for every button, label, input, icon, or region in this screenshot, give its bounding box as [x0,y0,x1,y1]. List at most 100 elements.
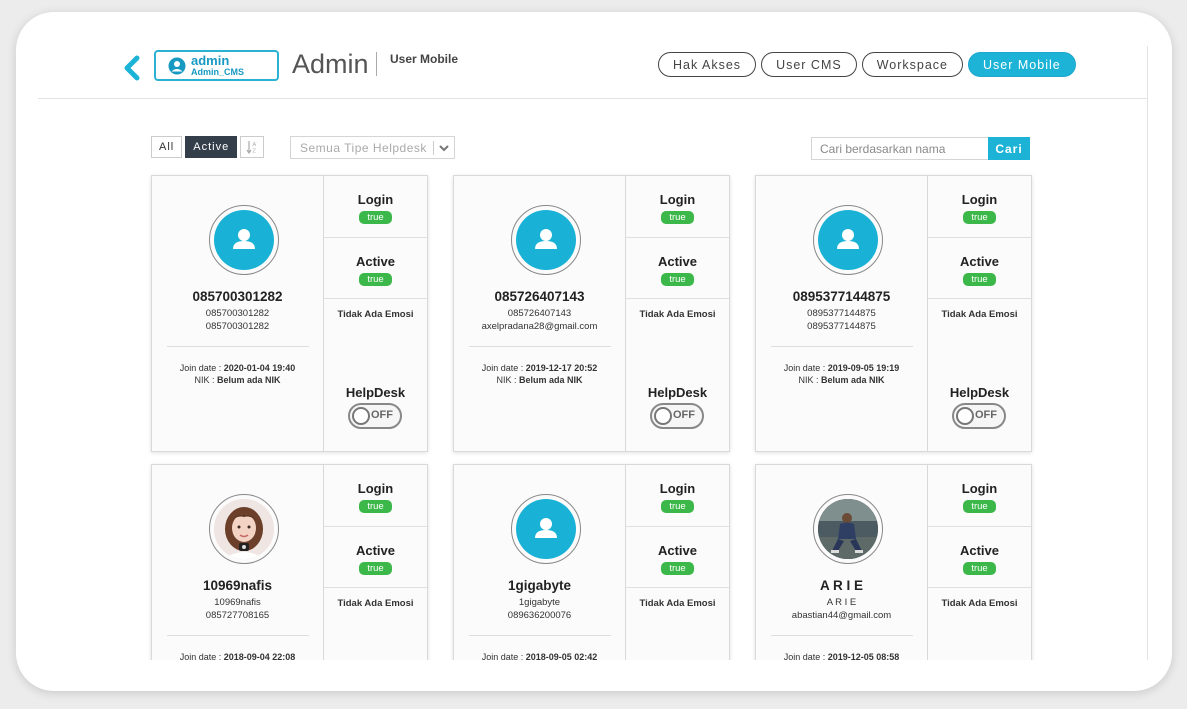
right-edge-line [1147,46,1148,660]
join-date: Join date : 2018-09-04 22:08 [179,652,296,660]
filter-all-button[interactable]: All [151,136,183,158]
user-detail-1: 085700301282 [205,308,270,319]
helpdesk-toggle[interactable]: OFF [650,403,704,429]
helpdesk-toggle[interactable]: OFF [952,403,1006,429]
sort-alpha-icon: A Z [246,141,258,155]
user-detail-1: A R I E [826,597,857,608]
sort-button[interactable]: A Z [240,136,265,158]
user-card[interactable]: 085726407143 085726407143 axelpradana28@… [453,175,730,452]
active-status: Active true [928,238,1031,299]
page-title: Admin [292,49,369,79]
user-card[interactable]: 1gigabyte 1gigabyte 089636200076 Join da… [453,464,730,660]
nav-tabs: Hak Akses User CMS Workspace User Mobile [658,52,1076,77]
helpdesk-toggle[interactable]: OFF [348,403,402,429]
active-badge: true [661,273,694,286]
emotion-status: Tidak Ada Emosi [639,598,716,609]
user-detail-1: 1gigabyte [518,597,561,608]
tab-user-mobile[interactable]: User Mobile [968,52,1076,77]
login-status: Login true [324,176,427,238]
active-status: Active true [626,527,729,588]
user-card[interactable]: 10969nafis 10969nafis 085727708165 Join … [151,464,428,660]
user-circle-icon [168,57,186,74]
user-name: 0895377144875 [792,289,891,304]
user-detail-2: axelpradana28@gmail.com [481,321,598,332]
avatar [209,205,279,275]
user-detail-2: 085700301282 [205,321,270,332]
user-detail-1: 085726407143 [507,308,572,319]
tab-hak-akses[interactable]: Hak Akses [658,52,757,77]
helpdesk-type-value: Semua Tipe Helpdesk [300,140,427,155]
active-badge: true [661,562,694,575]
active-status: Active true [324,238,427,299]
avatar [209,494,279,564]
login-badge: true [963,500,996,513]
active-status: Active true [626,238,729,299]
join-date: Join date : 2019-12-17 20:52 [481,363,598,373]
emotion-status: Tidak Ada Emosi [337,598,414,609]
default-user-icon [535,229,557,249]
emotion-status: Tidak Ada Emosi [941,309,1018,320]
nik: NIK : Belum ada NIK [194,375,281,385]
photo-avatar-woman [214,499,274,559]
user-detail-2: abastian44@gmail.com [791,610,892,621]
default-user-icon [233,229,255,249]
user-name: 085700301282 [192,289,283,304]
device-frame: admin Admin_CMS Admin User Mobile Hak Ak… [16,12,1172,691]
default-user-icon [535,518,557,538]
helpdesk-label: HelpDesk [949,385,1010,400]
tab-workspace[interactable]: Workspace [861,52,964,77]
current-user-name: admin [191,53,230,68]
join-date: Join date : 2019-12-05 08:58 [783,652,900,660]
back-button[interactable] [122,54,142,82]
svg-text:A: A [253,142,258,148]
search-button[interactable]: Cari [988,137,1030,160]
join-date: Join date : 2020-01-04 19:40 [179,363,296,373]
user-detail-1: 0895377144875 [807,308,876,319]
avatar [813,494,883,564]
login-badge: true [359,500,392,513]
active-status: Active true [928,527,1031,588]
status-filters: All Active A Z [151,136,265,158]
login-status: Login true [928,465,1031,527]
helpdesk-type-select[interactable]: Semua Tipe Helpdesk [290,136,455,159]
login-badge: true [359,211,392,224]
page-subtitle: User Mobile [390,52,459,66]
current-user-badge[interactable]: admin Admin_CMS [154,50,279,81]
current-user-role: Admin_CMS [191,67,245,77]
svg-text:Z: Z [253,149,257,155]
user-name: 1gigabyte [507,578,572,593]
chevron-left-icon [124,55,140,81]
user-detail-1: 10969nafis [214,597,261,608]
helpdesk-label: HelpDesk [345,385,406,400]
login-badge: true [963,211,996,224]
emotion-status: Tidak Ada Emosi [941,598,1018,609]
avatar [813,205,883,275]
user-detail-2: 0895377144875 [807,321,876,332]
emotion-status: Tidak Ada Emosi [337,309,414,320]
helpdesk-label: HelpDesk [647,385,708,400]
user-name: 10969nafis [202,578,273,593]
user-card[interactable]: 0895377144875 0895377144875 089537714487… [755,175,1032,452]
chevron-down-icon [439,145,449,152]
avatar [511,494,581,564]
user-card[interactable]: 085700301282 085700301282 085700301282 J… [151,175,428,452]
login-status: Login true [626,465,729,527]
user-name: 085726407143 [494,289,585,304]
active-badge: true [359,562,392,575]
login-status: Login true [626,176,729,238]
nik: NIK : Belum ada NIK [798,375,885,385]
emotion-status: Tidak Ada Emosi [639,309,716,320]
tab-user-cms[interactable]: User CMS [761,52,857,77]
user-detail-2: 089636200076 [507,610,572,621]
photo-avatar-man [818,499,878,559]
search-input[interactable] [811,137,989,160]
avatar [511,205,581,275]
active-badge: true [963,273,996,286]
filter-active-button[interactable]: Active [185,136,238,158]
app-viewport: admin Admin_CMS Admin User Mobile Hak Ak… [38,46,1150,660]
user-name: A R I E [819,578,863,593]
user-card[interactable]: A R I E A R I E abastian44@gmail.com Joi… [755,464,1032,660]
login-status: Login true [324,465,427,527]
title-divider [376,52,377,76]
active-status: Active true [324,527,427,588]
